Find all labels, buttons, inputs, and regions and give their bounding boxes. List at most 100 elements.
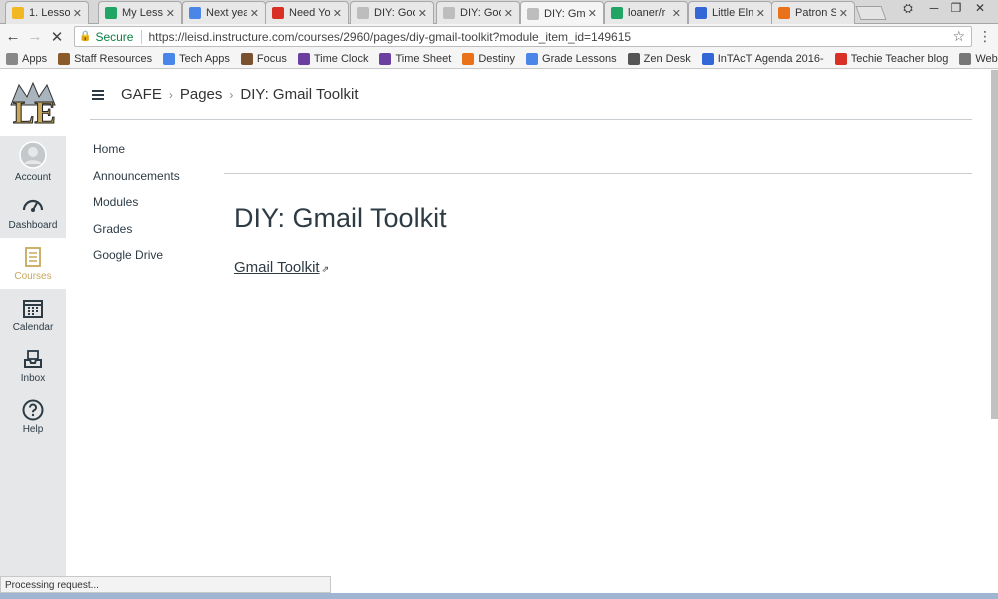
browser-tab[interactable]: Little Eln ✕ [688,1,772,24]
tab-favicon-icon [443,7,455,19]
bookmark-label: Focus [256,52,287,65]
stop-loading-icon[interactable]: ✕ [46,28,68,46]
bookmark-item[interactable]: Time Sheet [379,52,451,65]
tab-close-icon[interactable]: ✕ [333,7,342,20]
tab-close-icon[interactable]: ✕ [73,7,82,20]
page-title: DIY: Gmail Toolkit [234,203,447,233]
global-nav-account[interactable]: Account [0,136,66,187]
tab-label: DIY: Gm [544,7,585,20]
gmail-toolkit-link[interactable]: Gmail Toolkit ⇗ [234,259,329,276]
tab-close-icon[interactable]: ✕ [504,7,513,20]
bookmark-item[interactable]: WebEase [959,52,998,65]
bookmark-label: Staff Resources [74,52,153,65]
global-nav-label: Calendar [12,321,54,333]
browser-tab[interactable]: Next yea ✕ [182,1,266,24]
course-nav-grades[interactable]: Grades [93,222,180,249]
bookmark-item[interactable]: Techie Teacher blog [834,52,948,65]
global-nav-label: Help [22,423,44,435]
bookmark-item[interactable]: Focus [240,52,287,65]
tab-close-icon[interactable]: ✕ [418,7,427,20]
browser-tab[interactable]: DIY: Gm ✕ [520,1,604,25]
profile-icon[interactable]: ⛭ [898,0,918,16]
page-scrollbar[interactable] [991,70,998,419]
close-window-icon[interactable]: ✕ [970,0,990,16]
tab-close-icon[interactable]: ✕ [588,7,597,20]
address-bar[interactable]: 🔒 Secure https://leisd.instructure.com/c… [74,26,972,47]
bookmark-label: Grade Lessons [542,52,617,65]
bookmark-label: WebEase [975,52,998,65]
bookmark-icon [297,52,310,65]
minimize-icon[interactable]: ─ [924,0,944,16]
browser-tab[interactable]: Patron S ✕ [771,1,855,24]
bookmark-label: Zen Desk [643,52,691,65]
bookmark-item[interactable]: Staff Resources [58,52,153,65]
inbox-icon [22,348,44,370]
bookmark-label: Destiny [478,52,516,65]
breadcrumb-separator-icon: › [229,87,234,102]
bookmark-item[interactable]: Grade Lessons [526,52,617,65]
breadcrumb-pages[interactable]: Pages [180,86,223,103]
dashboard-icon [22,195,44,217]
global-nav-help[interactable]: Help [0,391,66,442]
global-navigation: LE Account Dashboard Courses Calendar Inbox H… [0,70,66,599]
course-nav-home[interactable]: Home [93,142,180,169]
bookmark-icon [379,52,392,65]
tab-label: Need Yo [289,7,330,19]
url-text: https://leisd.instructure.com/courses/29… [148,29,632,44]
bookmark-icon [462,52,475,65]
bookmark-item[interactable]: Time Clock [297,52,368,65]
bookmark-icon [834,52,847,65]
tab-favicon-icon [105,7,117,19]
tab-close-icon[interactable]: ✕ [756,7,765,20]
bookmark-item[interactable]: InTAcT Agenda 2016- [701,52,824,65]
tab-label: loaner/r [628,7,666,19]
global-nav-inbox[interactable]: Inbox [0,340,66,391]
breadcrumb-course[interactable]: GAFE [121,86,162,103]
course-nav-modules[interactable]: Modules [93,195,180,222]
browser-tab[interactable]: loaner/r ✕ [604,1,688,24]
bookmark-label: Tech Apps [179,52,230,65]
new-tab-button[interactable] [855,6,887,20]
bookmark-label: InTAcT Agenda 2016- [717,52,824,65]
bookmark-item[interactable]: Destiny [462,52,516,65]
bookmark-item[interactable]: Zen Desk [627,52,691,65]
forward-icon[interactable]: → [24,28,46,45]
bookmark-item[interactable]: Apps [6,52,48,65]
global-nav-courses[interactable]: Courses [0,238,66,289]
course-navigation: Home Announcements Modules Grades Google Dri… [93,142,180,275]
bookmarks-bar: Apps Staff Resources Tech Apps Focus Time Cl… [0,49,998,69]
browser-tab[interactable]: DIY: Goo ✕ [350,1,434,24]
browser-menu-icon[interactable]: ⋮ [978,28,992,45]
global-nav-label: Dashboard [8,219,58,231]
tab-close-icon[interactable]: ✕ [672,7,681,20]
os-taskbar [0,593,998,599]
restore-icon[interactable]: ❐ [946,0,966,16]
tab-close-icon[interactable]: ✕ [839,7,848,20]
school-logo[interactable]: LE [0,70,66,136]
tab-label: My Less [122,7,163,19]
tab-favicon-icon [189,7,201,19]
svg-text:LE: LE [13,94,56,130]
global-nav-dashboard[interactable]: Dashboard [0,187,66,238]
tab-favicon-icon [611,7,623,19]
course-nav-announcements[interactable]: Announcements [93,169,180,196]
back-icon[interactable]: ← [2,28,24,45]
browser-tab[interactable]: DIY: Goo ✕ [436,1,520,24]
bookmark-label: Apps [22,52,48,65]
browser-tab[interactable]: Need Yo ✕ [265,1,349,24]
global-nav-label: Inbox [20,372,46,384]
tab-close-icon[interactable]: ✕ [250,7,259,20]
tab-label: DIY: Goo [374,7,415,19]
course-nav-google-drive[interactable]: Google Drive [93,248,180,275]
course-menu-toggle-icon[interactable] [92,88,104,102]
bookmark-item[interactable]: Tech Apps [163,52,230,65]
bookmark-star-icon[interactable]: ☆ [952,28,965,45]
bookmark-icon [6,52,18,65]
bookmark-icon [526,52,539,65]
browser-tab[interactable]: 1. Lesso ✕ [5,1,89,24]
global-nav-calendar[interactable]: Calendar [0,289,66,340]
browser-tab[interactable]: My Less ✕ [98,1,182,24]
tab-close-icon[interactable]: ✕ [166,7,175,20]
courses-icon [22,246,44,268]
bookmark-icon [959,52,972,65]
